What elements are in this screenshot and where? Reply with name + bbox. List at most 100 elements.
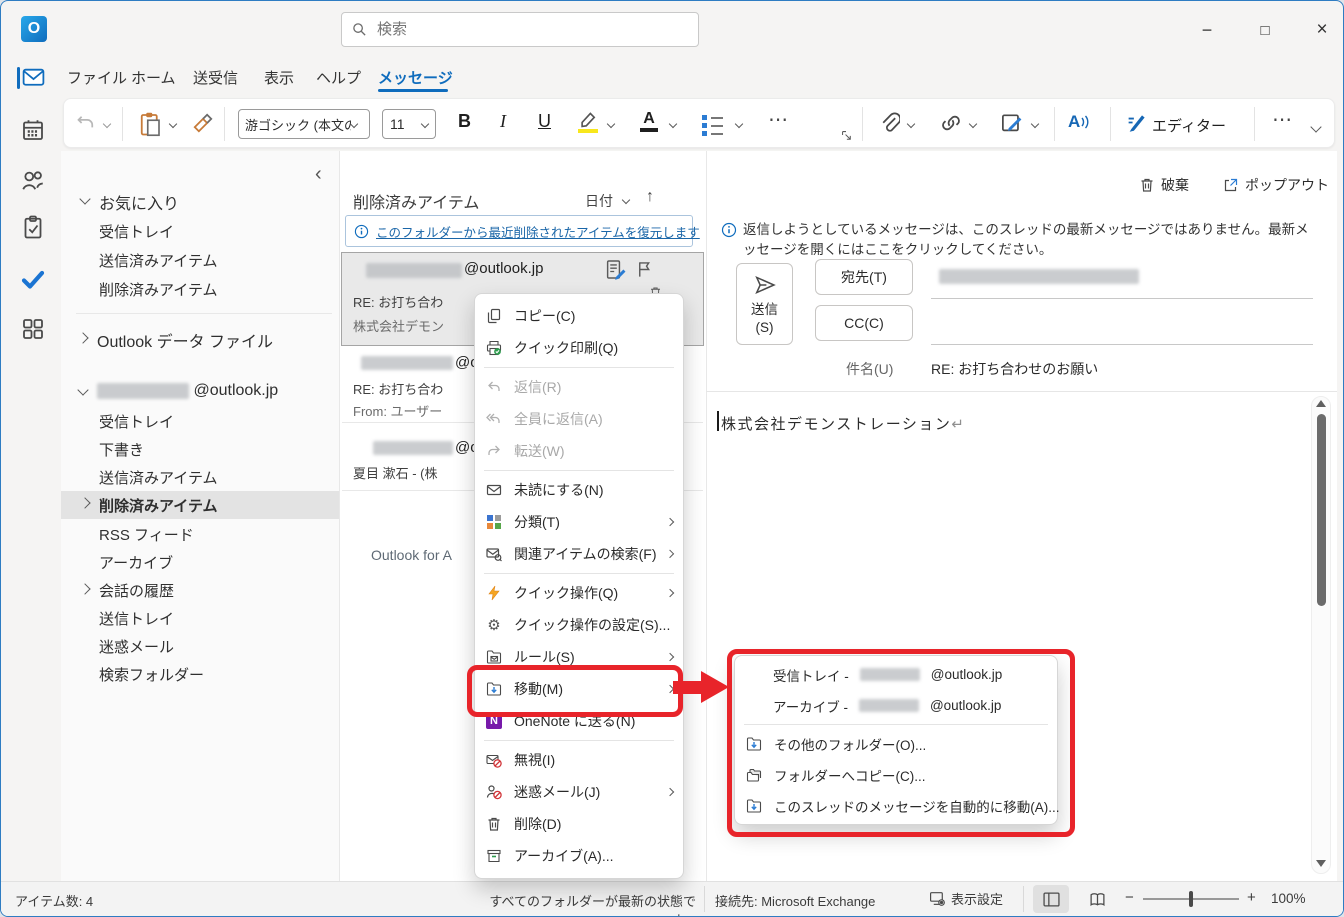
- tab-home[interactable]: ホーム: [131, 67, 176, 88]
- folder-inbox[interactable]: 受信トレイ: [99, 411, 174, 432]
- bullet-list-chevron-icon[interactable]: [735, 120, 743, 128]
- paste-icon[interactable]: [138, 111, 162, 137]
- scrollbar-down-arrow[interactable]: [1316, 860, 1326, 867]
- todo-module-icon[interactable]: [20, 267, 46, 291]
- sort-by-button[interactable]: 日付: [585, 191, 613, 211]
- more-apps-icon[interactable]: [21, 317, 45, 341]
- menu-item-move[interactable]: 移動(M): [475, 673, 683, 705]
- attach-file-icon[interactable]: [878, 111, 900, 135]
- link-chevron-icon[interactable]: [969, 120, 977, 128]
- sort-direction-button[interactable]: ↑: [646, 188, 654, 206]
- menu-item-delete[interactable]: 削除(D): [475, 808, 683, 840]
- menu-item-ignore[interactable]: 無視(I): [475, 744, 683, 776]
- outlook-mobile-link[interactable]: Outlook for A: [371, 547, 452, 563]
- submenu-item-always-move[interactable]: このスレッドのメッセージを自動的に移動(A)...: [735, 790, 1057, 821]
- bold-button[interactable]: B: [458, 111, 471, 132]
- folder-search-folders[interactable]: 検索フォルダー: [99, 664, 204, 685]
- tab-file[interactable]: ファイル: [67, 67, 127, 88]
- folder-deleted-items-selected[interactable]: 削除済みアイテム: [99, 495, 218, 516]
- menu-item-junk[interactable]: 迷惑メール(J): [475, 776, 683, 808]
- editor-button[interactable]: エディター: [1152, 115, 1226, 136]
- highlight-icon[interactable]: [578, 110, 600, 133]
- zoom-out-button[interactable]: −: [1125, 889, 1134, 906]
- draft-edit-icon[interactable]: [605, 259, 626, 280]
- favorite-deleted-items[interactable]: 削除済みアイテム: [99, 279, 218, 300]
- menu-item-archive[interactable]: アーカイブ(A)...: [475, 840, 683, 872]
- link-icon[interactable]: [940, 112, 962, 134]
- zoom-slider-thumb[interactable]: [1189, 891, 1193, 907]
- folder-outbox[interactable]: 送信トレイ: [99, 608, 174, 629]
- account-row[interactable]: @outlook.jp: [97, 382, 278, 400]
- favorites-header[interactable]: お気に入り: [99, 190, 179, 214]
- zoom-in-button[interactable]: +: [1247, 889, 1256, 906]
- ribbon-overflow-1[interactable]: ⋯: [768, 107, 788, 132]
- to-field-underline[interactable]: [931, 298, 1313, 299]
- reply-notice-text[interactable]: 返信しようとしているメッセージは、このスレッドの最新メッセージではありません。最…: [743, 220, 1321, 259]
- menu-item-find-related[interactable]: 関連アイテムの検索(F): [475, 538, 683, 570]
- folder-rss[interactable]: RSS フィード: [99, 524, 194, 545]
- scrollbar-up-arrow[interactable]: [1316, 400, 1326, 407]
- folder-archive[interactable]: アーカイブ: [99, 552, 173, 573]
- search-box[interactable]: [341, 12, 699, 47]
- font-color-chevron-icon[interactable]: [669, 120, 677, 128]
- menu-item-categorize[interactable]: 分類(T): [475, 506, 683, 538]
- collapse-ribbon-chevron-icon[interactable]: [1310, 121, 1321, 132]
- undo-icon[interactable]: [76, 113, 96, 133]
- folder-conversation-history[interactable]: 会話の履歴: [99, 580, 174, 601]
- mail-module-icon[interactable]: [21, 65, 46, 90]
- read-aloud-button[interactable]: A: [1068, 112, 1090, 132]
- submenu-item-archive[interactable]: アーカイブ -@outlook.jp: [735, 690, 1057, 721]
- font-size-select[interactable]: 11: [382, 109, 436, 139]
- tab-help[interactable]: ヘルプ: [316, 67, 361, 88]
- discard-button[interactable]: 破棄: [1139, 175, 1189, 195]
- message-body[interactable]: 株式会社デモンストレーション↵: [721, 413, 964, 434]
- menu-item-quick-steps[interactable]: クイック操作(Q): [475, 577, 683, 609]
- menu-item-rules[interactable]: ルール(S): [475, 641, 683, 673]
- cc-field-underline[interactable]: [931, 344, 1313, 345]
- signature-chevron-icon[interactable]: [1031, 120, 1039, 128]
- to-button[interactable]: 宛先(T): [815, 259, 913, 295]
- outlook-data-file[interactable]: Outlook データ ファイル: [97, 328, 273, 352]
- bullet-list-icon[interactable]: [702, 113, 723, 139]
- paste-dropdown-chevron-icon[interactable]: [169, 120, 177, 128]
- signature-icon[interactable]: [1000, 111, 1023, 134]
- tab-view[interactable]: 表示: [264, 67, 294, 88]
- minimize-button[interactable]: −: [1187, 15, 1227, 45]
- collapse-folder-pane-icon[interactable]: ‹: [315, 163, 322, 186]
- tasks-module-icon[interactable]: [21, 215, 45, 239]
- font-color-button[interactable]: A: [640, 110, 658, 132]
- menu-item-quick-print[interactable]: クイック印刷(Q): [475, 332, 683, 364]
- restore-items-banner[interactable]: このフォルダーから最近削除されたアイテムを復元します: [345, 215, 693, 247]
- zoom-level[interactable]: 100%: [1271, 891, 1306, 906]
- send-button[interactable]: 送信 (S): [736, 263, 793, 345]
- maximize-button[interactable]: □: [1245, 15, 1285, 45]
- menu-item-onenote[interactable]: NOneNote に送る(N): [475, 705, 683, 737]
- favorite-inbox[interactable]: 受信トレイ: [99, 221, 174, 242]
- attach-chevron-icon[interactable]: [907, 120, 915, 128]
- ribbon-overflow-2[interactable]: ⋯: [1272, 107, 1292, 132]
- undo-dropdown-chevron-icon[interactable]: [103, 120, 111, 128]
- favorite-sent-items[interactable]: 送信済みアイテム: [99, 250, 218, 271]
- tab-send-receive[interactable]: 送受信: [193, 67, 238, 88]
- menu-item-mark-unread[interactable]: 未読にする(N): [475, 474, 683, 506]
- folder-drafts[interactable]: 下書き: [99, 439, 144, 460]
- folder-junk[interactable]: 迷惑メール: [99, 636, 174, 657]
- folder-sent-items[interactable]: 送信済みアイテム: [99, 467, 218, 488]
- highlight-chevron-icon[interactable]: [607, 120, 615, 128]
- tab-message-active[interactable]: メッセージ: [378, 67, 453, 88]
- layout-normal-button[interactable]: [1033, 885, 1069, 913]
- format-painter-icon[interactable]: [192, 112, 214, 134]
- menu-item-quick-steps-settings[interactable]: ⚙クイック操作の設定(S)...: [475, 609, 683, 641]
- dialog-launcher-icon[interactable]: [840, 129, 852, 141]
- popout-button[interactable]: ポップアウト: [1223, 175, 1329, 195]
- menu-item-copy[interactable]: コピー(C): [475, 300, 683, 332]
- restore-items-link[interactable]: このフォルダーから最近削除されたアイテムを復元します: [376, 222, 700, 241]
- flag-icon[interactable]: [635, 259, 654, 280]
- submenu-item-copy-to-folder[interactable]: フォルダーへコピー(C)...: [735, 759, 1057, 790]
- view-settings-button[interactable]: 表示設定: [929, 889, 1003, 908]
- submenu-item-other-folder[interactable]: その他のフォルダー(O)...: [735, 728, 1057, 759]
- close-button[interactable]: ×: [1303, 15, 1341, 45]
- submenu-item-inbox[interactable]: 受信トレイ -@outlook.jp: [735, 659, 1057, 690]
- search-input[interactable]: [375, 20, 659, 39]
- subject-value[interactable]: RE: お打ち合わせのお願い: [931, 359, 1098, 379]
